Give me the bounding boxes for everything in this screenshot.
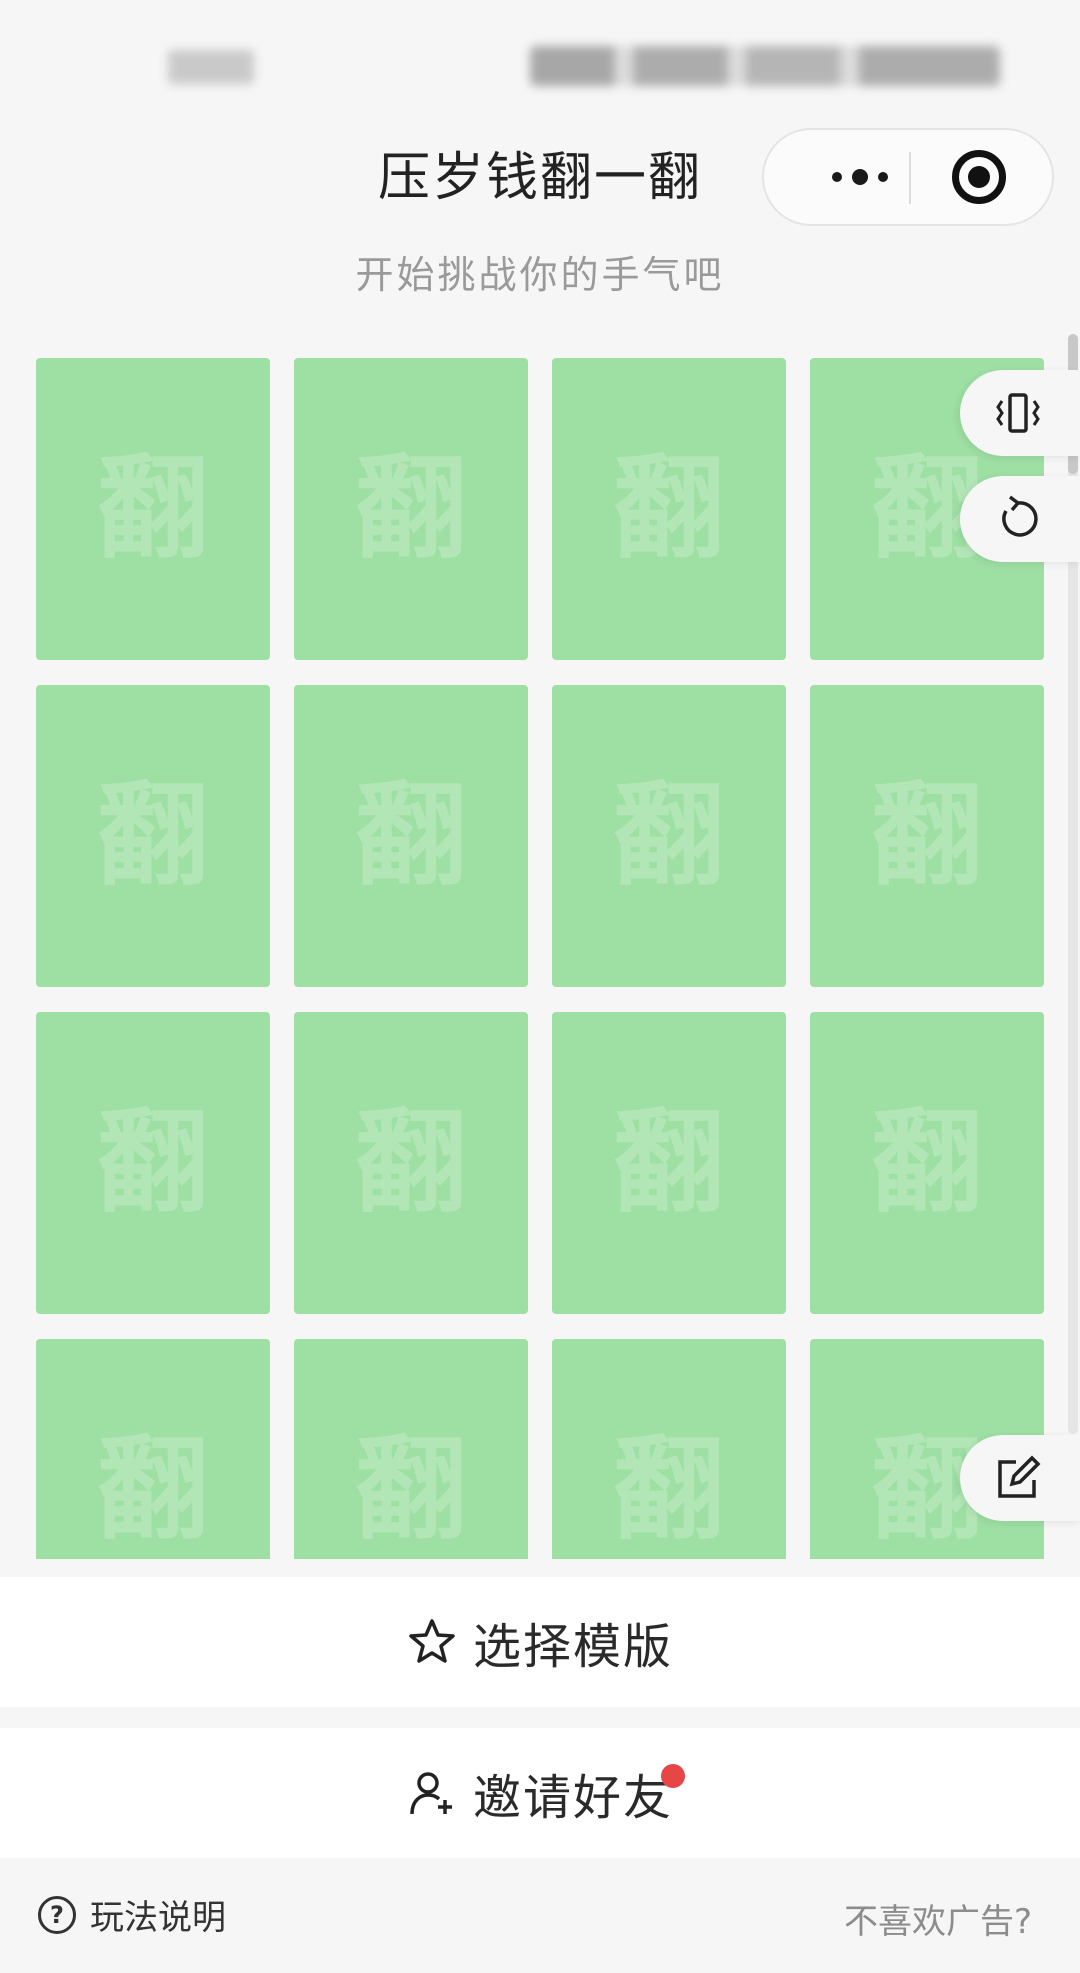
flip-card[interactable]: 翻	[552, 685, 786, 987]
flip-card-label: 翻	[613, 1098, 725, 1228]
page-subtitle: 开始挑战你的手气吧	[355, 253, 725, 297]
refresh-icon	[1002, 495, 1038, 537]
refresh-button[interactable]	[960, 476, 1080, 562]
invite-friends-button[interactable]: 邀请好友	[0, 1728, 1080, 1858]
vibrate-button[interactable]	[960, 370, 1080, 456]
flip-card-label: 翻	[355, 1425, 467, 1555]
flip-card-label: 翻	[871, 1098, 983, 1228]
vibrate-icon	[996, 393, 1040, 433]
flip-card[interactable]: 翻	[36, 358, 270, 660]
flip-card[interactable]: 翻	[294, 1012, 528, 1314]
flip-card[interactable]: 翻	[294, 358, 528, 660]
flip-card-label: 翻	[355, 771, 467, 901]
footer: ? 玩法说明 不喜欢广告?	[0, 1860, 1080, 1973]
help-link[interactable]: ? 玩法说明	[38, 1890, 226, 1939]
flip-card[interactable]: 翻	[294, 685, 528, 987]
notification-badge	[661, 1764, 685, 1788]
question-icon: ?	[38, 1895, 76, 1934]
flip-card[interactable]: 翻	[36, 1339, 270, 1559]
status-icons-blurred	[530, 46, 1000, 86]
flip-card-label: 翻	[97, 771, 209, 901]
flip-card-label: 翻	[613, 1425, 725, 1555]
status-bar	[0, 0, 1080, 130]
flip-card[interactable]: 翻	[810, 1012, 1044, 1314]
flip-card[interactable]: 翻	[552, 1339, 786, 1559]
flip-card-label: 翻	[97, 1098, 209, 1228]
flip-card-label: 翻	[871, 771, 983, 901]
flip-card[interactable]: 翻	[294, 1339, 528, 1559]
dislike-ads-link[interactable]: 不喜欢广告?	[844, 1894, 1032, 1943]
choose-template-label: 选择模版	[472, 1619, 673, 1675]
card-grid: 翻翻翻翻翻翻翻翻翻翻翻翻翻翻翻翻	[0, 334, 1080, 1559]
choose-template-button[interactable]: 选择模版	[0, 1577, 1080, 1707]
flip-card-label: 翻	[355, 1098, 467, 1228]
edit-icon	[998, 1455, 1041, 1498]
flip-card-label: 翻	[97, 1425, 209, 1555]
flip-card-label: 翻	[613, 771, 725, 901]
flip-card[interactable]: 翻	[36, 1012, 270, 1314]
edit-button[interactable]	[960, 1435, 1080, 1521]
help-label: 玩法说明	[90, 1898, 226, 1938]
mini-program-capsule	[762, 128, 1054, 226]
flip-card[interactable]: 翻	[36, 685, 270, 987]
flip-card[interactable]: 翻	[552, 1012, 786, 1314]
more-dots-icon[interactable]	[808, 130, 912, 224]
target-close-icon[interactable]	[952, 150, 1006, 204]
invite-friends-label: 邀请好友	[472, 1770, 673, 1826]
status-time-blurred	[168, 50, 254, 84]
flip-card-label: 翻	[355, 444, 467, 574]
flip-card-label: 翻	[613, 444, 725, 574]
star-icon	[409, 1619, 455, 1663]
capsule-divider	[909, 152, 911, 204]
add-user-icon	[410, 1772, 452, 1815]
flip-card-label: 翻	[97, 444, 209, 574]
flip-card[interactable]: 翻	[552, 358, 786, 660]
flip-card[interactable]: 翻	[810, 685, 1044, 987]
